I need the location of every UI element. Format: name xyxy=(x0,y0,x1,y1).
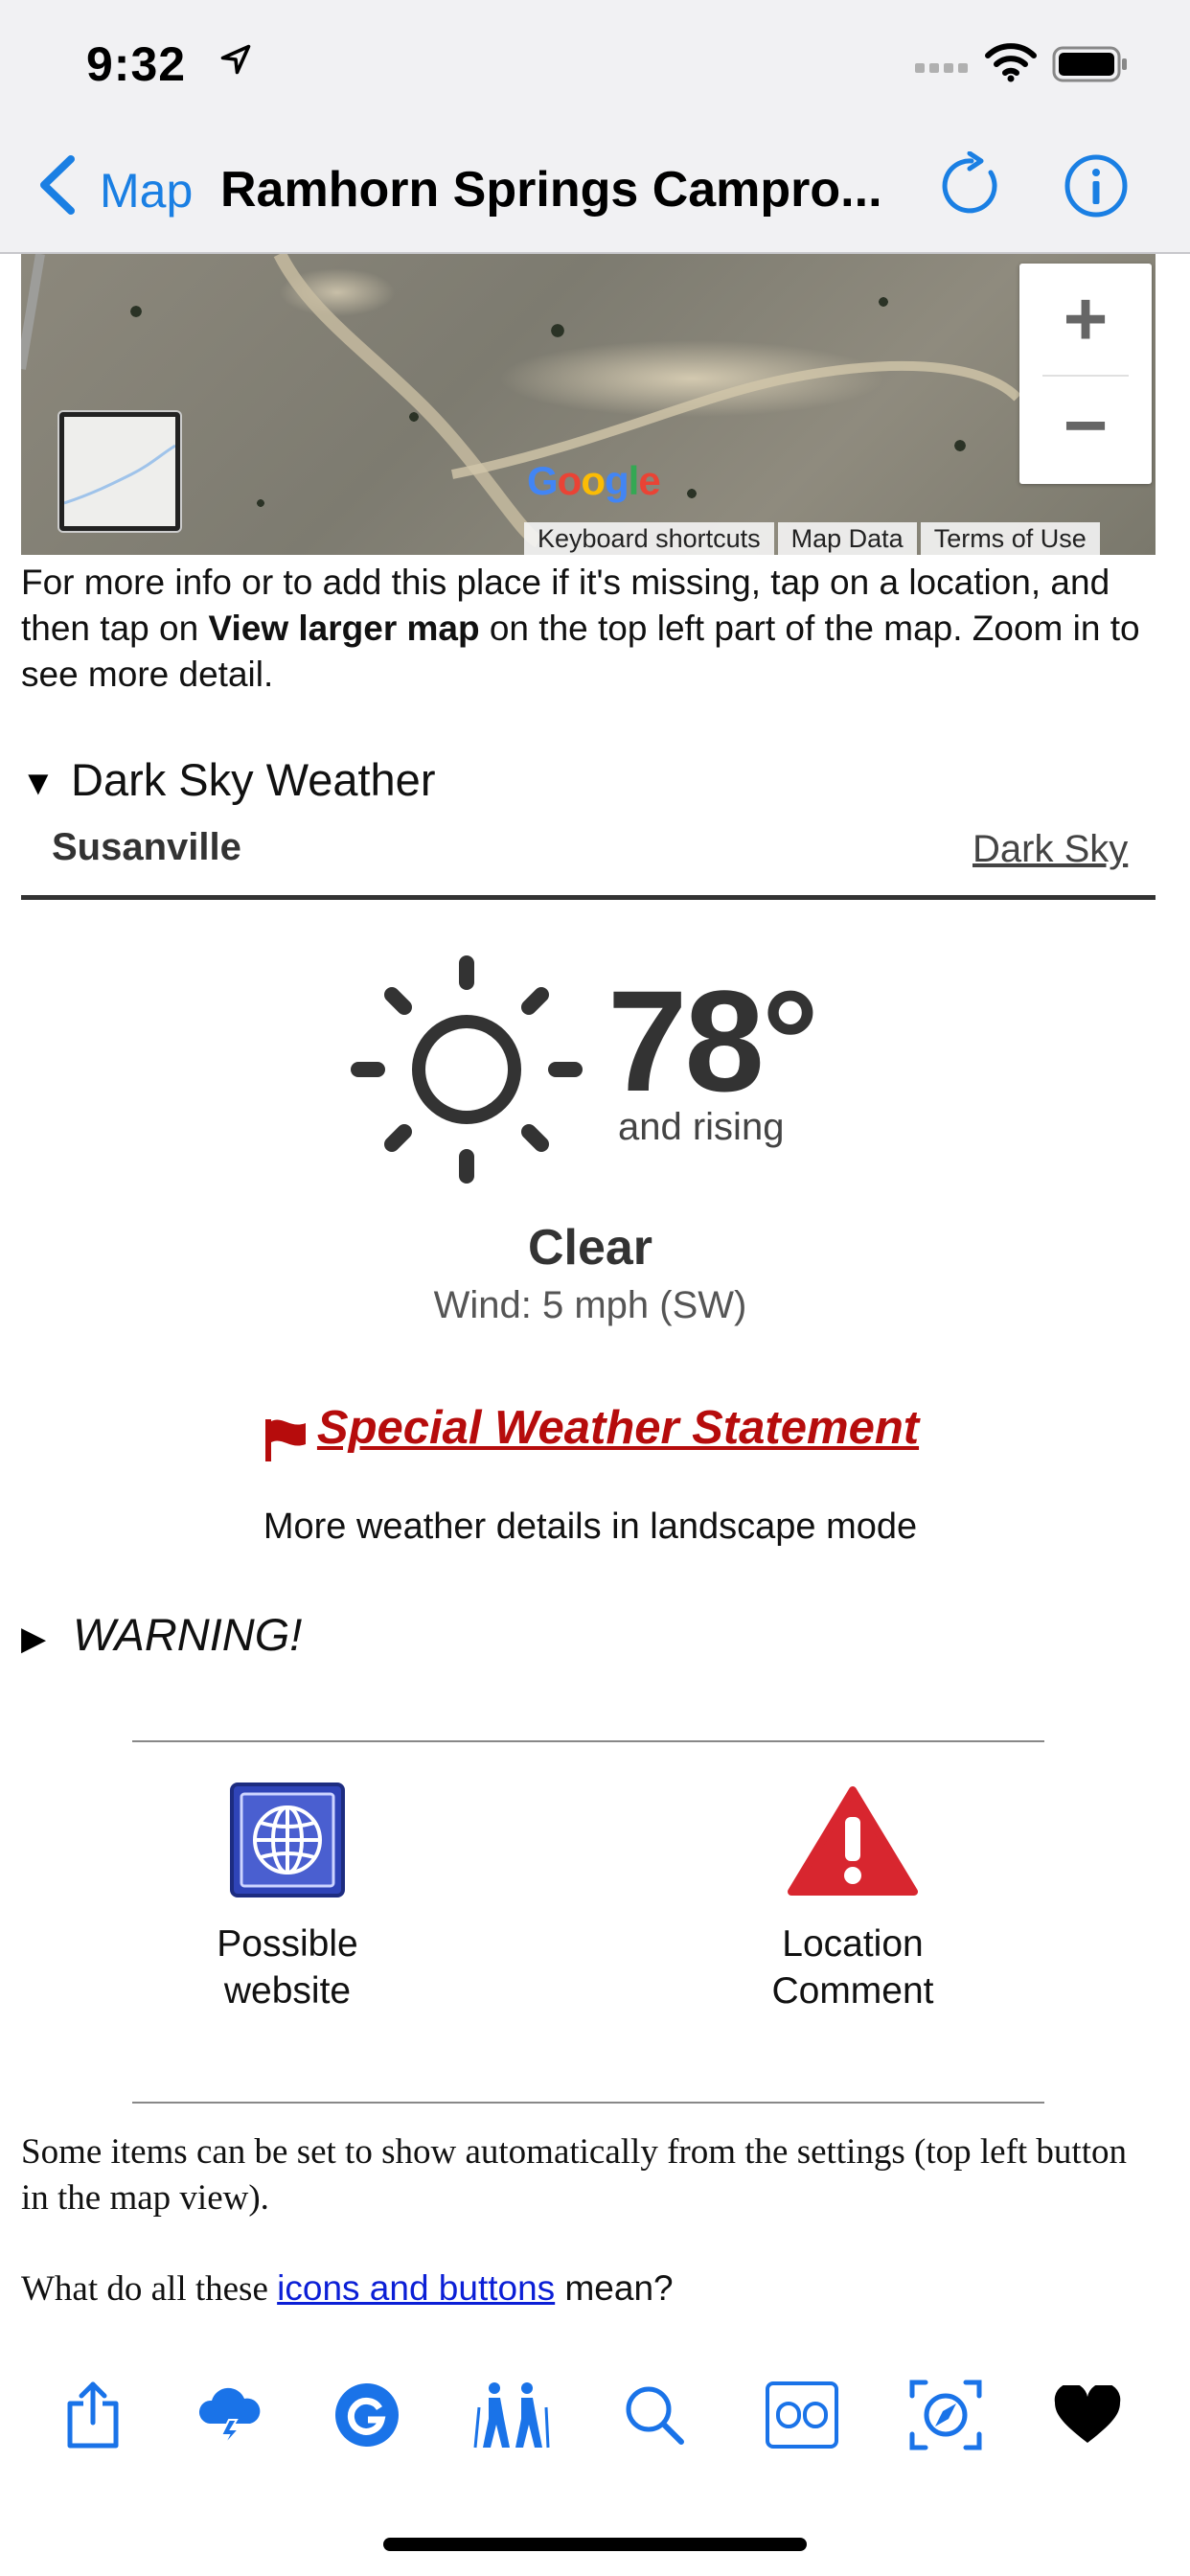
share-icon xyxy=(67,2381,119,2449)
terrain-thumbnail-icon xyxy=(63,444,176,505)
icons-help-text: What do all these icons and buttons mean… xyxy=(21,2268,674,2309)
view-larger-map-text: View larger map xyxy=(208,609,480,648)
terms-of-use-link[interactable]: Terms of Use xyxy=(920,522,1100,555)
zoom-in-button[interactable]: + xyxy=(1019,264,1152,374)
wifi-icon xyxy=(985,43,1037,82)
hikers-icon xyxy=(473,2382,550,2449)
google-icon xyxy=(335,2383,399,2447)
warning-disclosure-toggle[interactable]: ▶ xyxy=(21,1620,46,1658)
refresh-icon[interactable] xyxy=(937,151,1006,220)
section-divider xyxy=(21,895,1156,900)
info-icon[interactable] xyxy=(1062,151,1131,220)
zoom-out-button[interactable]: − xyxy=(1019,374,1152,484)
dark-sky-link[interactable]: Dark Sky xyxy=(973,828,1128,871)
battery-icon xyxy=(1052,46,1127,82)
sun-icon xyxy=(351,955,583,1184)
map-footer: Keyboard shortcuts Map Data Terms of Use xyxy=(524,522,1100,555)
map-instructions: For more info or to add this place if it… xyxy=(21,563,1140,694)
weather-alert: Special Weather Statement xyxy=(0,1401,1180,1463)
search-icon xyxy=(626,2386,684,2445)
page-title: Ramhorn Springs Campro... xyxy=(220,162,882,218)
home-indicator[interactable] xyxy=(383,2538,807,2551)
dark-sky-section-title[interactable]: Dark Sky Weather xyxy=(71,753,435,806)
google-logo: Google xyxy=(527,458,661,503)
special-weather-statement-link[interactable]: Special Weather Statement xyxy=(317,1402,919,1454)
settings-note: Some items can be set to show automatica… xyxy=(21,2132,1127,2218)
street-view-button[interactable] xyxy=(759,2377,845,2453)
google-search-button[interactable] xyxy=(324,2377,410,2453)
actions-bottom-divider xyxy=(132,2102,1044,2104)
map-trail xyxy=(21,254,1021,548)
compass-icon xyxy=(909,2380,982,2450)
favorite-button[interactable] xyxy=(1044,2377,1131,2453)
actions-top-divider xyxy=(132,1740,1044,1742)
dark-sky-disclosure-toggle[interactable]: ▼ xyxy=(21,763,56,803)
temperature-trend: and rising xyxy=(618,1106,785,1148)
search-button[interactable] xyxy=(611,2377,698,2453)
landscape-note: More weather details in landscape mode xyxy=(263,1506,918,1547)
share-button[interactable] xyxy=(50,2377,136,2453)
cellular-signal-icon xyxy=(915,63,968,73)
flag-icon xyxy=(264,1418,306,1461)
map-type-thumbnail[interactable] xyxy=(59,412,180,531)
weather-button[interactable] xyxy=(187,2377,273,2453)
temperature: 78° xyxy=(607,960,819,1121)
weather-location: Susanville xyxy=(52,826,241,868)
location-comment-button[interactable]: Location Comment xyxy=(709,1920,996,2014)
status-time: 9:32 xyxy=(86,37,187,91)
back-button[interactable]: Map xyxy=(100,163,193,218)
weather-condition: Clear xyxy=(527,1220,653,1276)
streetview-icon xyxy=(766,2381,838,2449)
globe-icon[interactable] xyxy=(230,1782,345,1898)
icons-and-buttons-link[interactable]: icons and buttons xyxy=(277,2268,555,2308)
warning-section-title[interactable]: WARNING! xyxy=(73,1608,302,1661)
possible-website-button[interactable]: Possible website xyxy=(144,1920,431,2014)
location-arrow-icon xyxy=(220,44,251,75)
heart-icon xyxy=(1054,2385,1121,2443)
hiking-button[interactable] xyxy=(468,2377,554,2453)
back-chevron-icon[interactable] xyxy=(34,153,82,217)
warning-triangle-icon[interactable] xyxy=(788,1784,918,1898)
weather-icon xyxy=(198,2387,261,2448)
keyboard-shortcuts-link[interactable]: Keyboard shortcuts xyxy=(524,522,774,555)
map-data-link[interactable]: Map Data xyxy=(777,522,917,555)
wind-info: Wind: 5 mph (SW) xyxy=(433,1284,747,1326)
satellite-map[interactable]: + − Google Keyboard shortcuts Map Data T… xyxy=(21,254,1156,555)
compass-button[interactable] xyxy=(903,2377,989,2453)
